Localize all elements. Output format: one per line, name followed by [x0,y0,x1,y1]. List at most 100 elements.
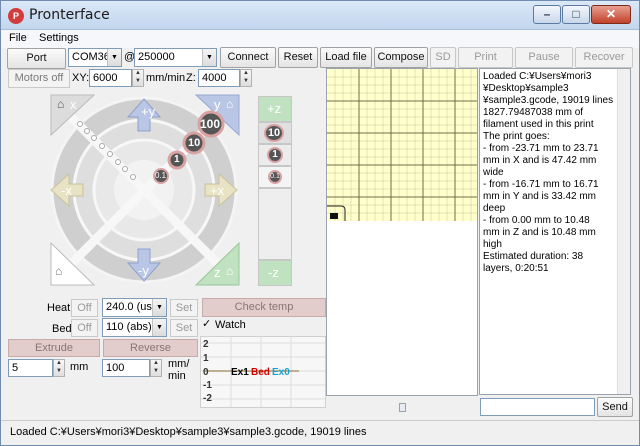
jog-x-plus-label: +x [210,183,225,198]
app-icon: P [8,8,24,24]
heat-temp-select[interactable]: 240.0 (us ▼ [102,298,167,317]
z-plus-button[interactable]: +z [258,96,292,122]
motors-off-button[interactable]: Motors off [8,69,70,88]
log-output: Loaded C:¥Users¥mori3 ¥Desktop¥sample3 ¥… [479,68,631,395]
log-line: The print goes: [483,131,550,142]
extrude-speed-unit-2: min [168,370,186,382]
watch-label: Watch [215,319,246,331]
extrude-speed-unit-1: mm/ [168,358,190,370]
z-minus-button[interactable]: -z [258,260,292,286]
xy-feedrate-spinner[interactable] [132,69,144,87]
log-line: - from 0.00 mm to 10.48 [483,215,590,226]
sd-button[interactable]: SD [430,47,456,68]
z-feed-label: Z: [186,72,196,84]
z-step-0-1-button[interactable]: 0.1 [258,166,292,188]
home-icon: ⌂ [226,264,234,278]
app-window: P Pronterface – □ ✕ File Settings Port C… [0,0,640,446]
step-100-label: 100 [200,117,221,131]
port-select-value: COM36 [72,51,110,63]
window-title: Pronterface [29,7,110,23]
z-step-1-label: 1 [267,147,283,163]
port-select[interactable]: COM36 ▼ [68,48,122,67]
log-line: ¥Desktop¥sample3 [483,83,569,94]
legend-bed: Bed [251,367,270,378]
status-text: Loaded C:¥Users¥mori3¥Desktop¥sample3¥sa… [10,426,367,438]
z-minus-label: -z [268,265,279,280]
recover-button[interactable]: Recover [575,47,633,68]
log-line: mm in Z and is 10.48 mm [483,227,596,238]
pause-button[interactable]: Pause [515,47,573,68]
extrude-speed-input[interactable]: 100 [102,359,150,377]
step-1-label: 1 [174,154,180,165]
home-y-label: y [214,97,221,112]
z-step-1-button[interactable]: 1 [258,144,292,166]
minimize-button[interactable]: – [533,5,561,24]
xy-jog-control[interactable] [46,93,256,288]
menu-file[interactable]: File [9,32,27,44]
log-line: mm in Y and is 33.42 mm [483,191,597,202]
xy-feedrate-input[interactable]: 6000 [89,69,132,87]
bed-preview-grid[interactable] [327,69,477,221]
bed-temp-select[interactable]: 110 (abs) ▼ [102,318,167,337]
close-button[interactable]: ✕ [591,5,631,24]
z-step-10-label: 10 [264,124,284,142]
reset-button[interactable]: Reset [278,47,318,68]
compose-button[interactable]: Compose [374,47,428,68]
heat-off-button[interactable]: Off [71,299,98,317]
graph-y-tick-1: 1 [203,353,209,364]
bed-preview-panel[interactable] [326,68,478,396]
home-icon: ⌂ [55,264,63,278]
title-bar: P Pronterface – □ ✕ [1,1,639,30]
print-button[interactable]: Print [458,47,513,68]
baud-select[interactable]: 250000 ▼ [134,48,217,67]
heat-set-button[interactable]: Set [170,299,198,317]
extrude-speed-spinner[interactable] [150,359,162,377]
z-neg-steps[interactable] [258,188,292,260]
resize-handle[interactable] [399,403,406,412]
log-line: filament used in this print [483,119,594,130]
step-10-label: 10 [188,137,201,149]
bed-temp-value: 110 (abs) [106,321,152,333]
bed-set-button[interactable]: Set [170,319,198,337]
log-line: high [483,239,502,250]
connect-button[interactable]: Connect [220,47,276,68]
baud-select-value: 250000 [138,51,175,63]
log-scrollbar[interactable] [617,69,630,394]
chevron-down-icon: ▼ [152,319,166,336]
log-line: - from -23.71 mm to 23.71 [483,143,599,154]
z-step-0-1-label: 0.1 [268,170,282,184]
log-line: - from -16.71 mm to 16.71 [483,179,599,190]
log-line: Estimated duration: 38 [483,251,584,262]
status-bar: Loaded C:¥Users¥mori3¥Desktop¥sample3¥sa… [1,420,639,445]
load-file-button[interactable]: Load file [320,47,372,68]
heat-label: Heat: [47,302,74,314]
legend-ex1: Ex1 [231,367,249,378]
port-button[interactable]: Port [7,48,66,69]
log-line: ¥sample3.gcode, 19019 lines [483,95,614,106]
z-feedrate-input[interactable]: 4000 [198,69,240,87]
menu-settings[interactable]: Settings [39,32,79,44]
graph-y-tick-2: 2 [203,339,209,350]
reverse-button[interactable]: Reverse [103,339,198,357]
log-line: 1827.79487038 mm of [483,107,584,118]
bed-off-button[interactable]: Off [71,319,98,337]
z-feedrate-spinner[interactable] [240,69,252,87]
extrude-amount-input[interactable]: 5 [8,359,53,377]
check-temp-button[interactable]: Check temp [202,298,326,317]
xy-feed-unit: mm/min [146,72,186,84]
command-input[interactable] [480,398,595,416]
maximize-button[interactable]: □ [562,5,590,24]
z-plus-label: +z [267,101,282,116]
extrude-amount-spinner[interactable] [53,359,65,377]
log-line: layers, 0:20:51 [483,263,549,274]
chevron-down-icon: ▼ [202,49,216,66]
graph-y-tick-0: 0 [203,367,209,378]
log-line: deep [483,203,506,214]
z-step-10-button[interactable]: 10 [258,122,292,144]
chevron-down-icon: ▼ [107,49,121,66]
graph-y-tick-neg1: -1 [203,380,212,391]
jog-x-minus-label: -x [61,183,72,198]
extrude-button[interactable]: Extrude [8,339,100,357]
watch-checkbox[interactable]: ✓ [202,317,211,330]
send-button[interactable]: Send [597,397,633,417]
